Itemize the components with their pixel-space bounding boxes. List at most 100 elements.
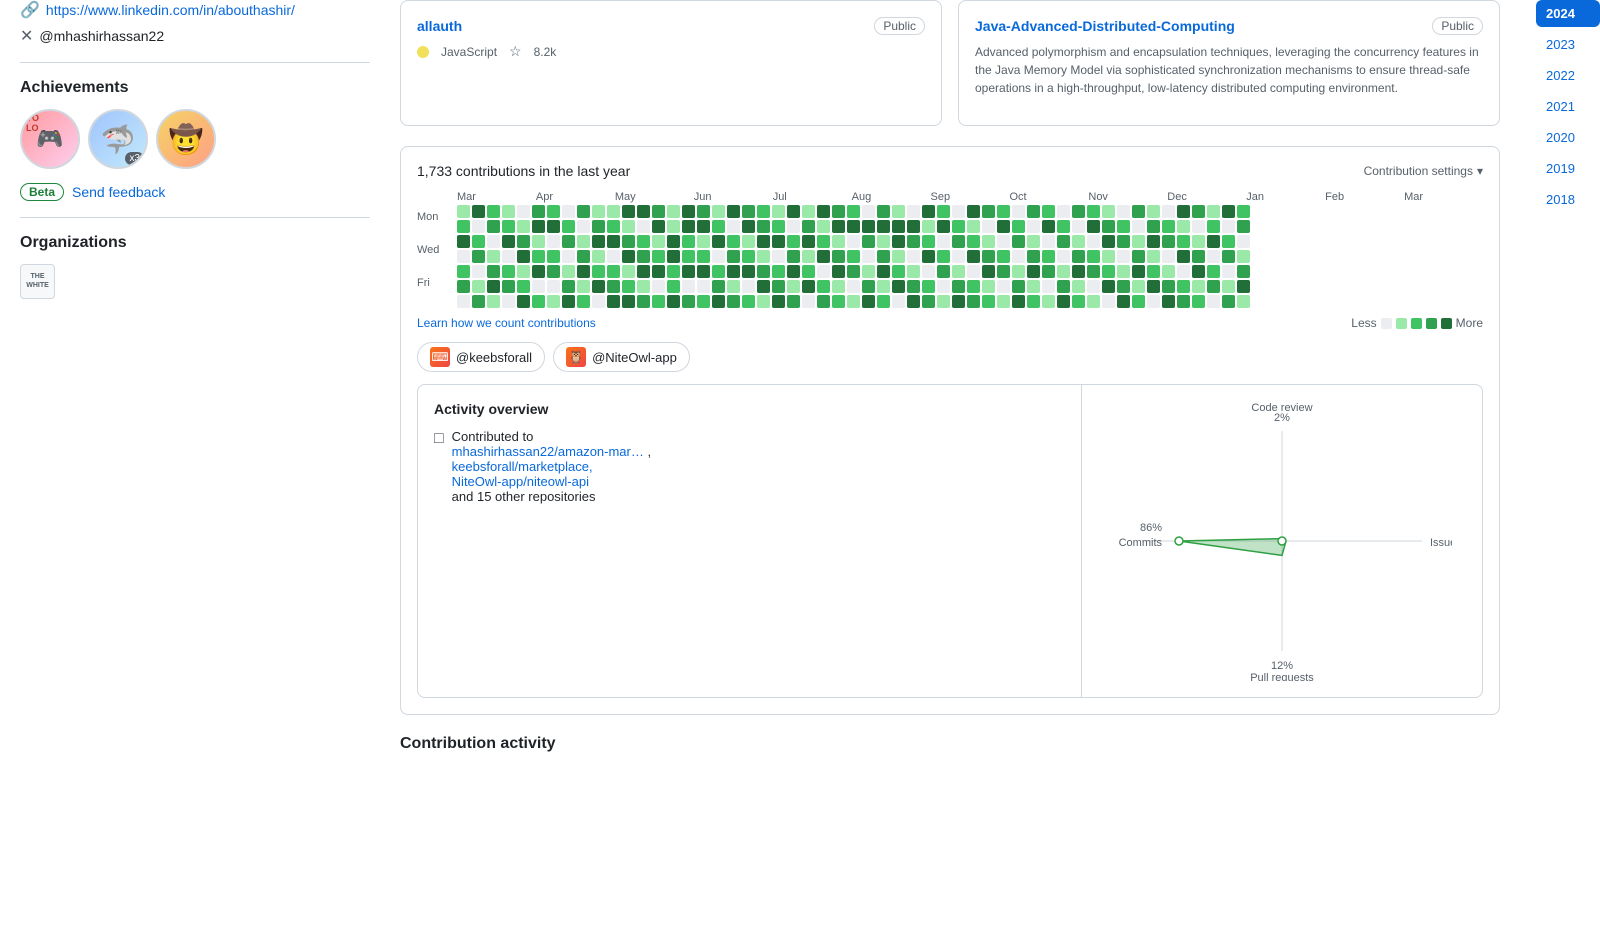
graph-cell-4-1[interactable] (517, 220, 530, 233)
graph-cell-7-0[interactable] (562, 205, 575, 218)
graph-cell-35-2[interactable] (982, 235, 995, 248)
graph-cell-49-2[interactable] (1192, 235, 1205, 248)
graph-cell-42-3[interactable] (1087, 250, 1100, 263)
graph-cell-10-2[interactable] (607, 235, 620, 248)
graph-cell-4-3[interactable] (517, 250, 530, 263)
graph-cell-16-1[interactable] (697, 220, 710, 233)
graph-cell-10-5[interactable] (607, 280, 620, 293)
graph-cell-20-5[interactable] (757, 280, 770, 293)
graph-cell-46-5[interactable] (1147, 280, 1160, 293)
graph-cell-35-6[interactable] (982, 295, 995, 308)
graph-cell-2-0[interactable] (487, 205, 500, 218)
graph-cell-17-0[interactable] (712, 205, 725, 218)
graph-cell-36-5[interactable] (997, 280, 1010, 293)
graph-cell-50-1[interactable] (1207, 220, 1220, 233)
graph-cell-26-2[interactable] (847, 235, 860, 248)
graph-cell-45-0[interactable] (1132, 205, 1145, 218)
graph-cell-40-5[interactable] (1057, 280, 1070, 293)
graph-cell-43-1[interactable] (1102, 220, 1115, 233)
graph-cell-32-0[interactable] (937, 205, 950, 218)
graph-cell-22-5[interactable] (787, 280, 800, 293)
graph-cell-20-1[interactable] (757, 220, 770, 233)
graph-cell-11-0[interactable] (622, 205, 635, 218)
learn-contributions-link[interactable]: Learn how we count contributions (417, 316, 596, 330)
graph-cell-20-2[interactable] (757, 235, 770, 248)
graph-cell-21-1[interactable] (772, 220, 785, 233)
graph-cell-13-0[interactable] (652, 205, 665, 218)
graph-cell-14-3[interactable] (667, 250, 680, 263)
graph-cell-51-4[interactable] (1222, 265, 1235, 278)
graph-cell-24-4[interactable] (817, 265, 830, 278)
graph-cell-5-3[interactable] (532, 250, 545, 263)
graph-cell-22-4[interactable] (787, 265, 800, 278)
graph-cell-43-6[interactable] (1102, 295, 1115, 308)
graph-cell-28-6[interactable] (877, 295, 890, 308)
graph-cell-43-5[interactable] (1102, 280, 1115, 293)
graph-cell-19-4[interactable] (742, 265, 755, 278)
graph-cell-41-5[interactable] (1072, 280, 1085, 293)
graph-cell-45-4[interactable] (1132, 265, 1145, 278)
graph-cell-34-3[interactable] (967, 250, 980, 263)
graph-cell-11-2[interactable] (622, 235, 635, 248)
graph-cell-20-3[interactable] (757, 250, 770, 263)
year-btn-2021[interactable]: 2021 (1536, 93, 1600, 120)
graph-cell-17-6[interactable] (712, 295, 725, 308)
graph-cell-35-0[interactable] (982, 205, 995, 218)
graph-cell-30-3[interactable] (907, 250, 920, 263)
graph-cell-34-6[interactable] (967, 295, 980, 308)
graph-cell-9-5[interactable] (592, 280, 605, 293)
graph-cell-50-5[interactable] (1207, 280, 1220, 293)
graph-cell-29-0[interactable] (892, 205, 905, 218)
graph-cell-38-4[interactable] (1027, 265, 1040, 278)
graph-cell-39-4[interactable] (1042, 265, 1055, 278)
graph-cell-42-6[interactable] (1087, 295, 1100, 308)
org-tab-niteowl[interactable]: 🦉 @NiteOwl-app (553, 342, 690, 372)
graph-cell-29-3[interactable] (892, 250, 905, 263)
graph-cell-22-0[interactable] (787, 205, 800, 218)
graph-cell-6-6[interactable] (547, 295, 560, 308)
activity-repo-2[interactable]: keebsforall/marketplace, (452, 459, 593, 474)
graph-cell-7-5[interactable] (562, 280, 575, 293)
graph-cell-26-3[interactable] (847, 250, 860, 263)
graph-cell-40-0[interactable] (1057, 205, 1070, 218)
graph-cell-48-0[interactable] (1177, 205, 1190, 218)
graph-cell-50-6[interactable] (1207, 295, 1220, 308)
graph-cell-47-3[interactable] (1162, 250, 1175, 263)
graph-cell-6-3[interactable] (547, 250, 560, 263)
graph-cell-32-6[interactable] (937, 295, 950, 308)
graph-cell-23-5[interactable] (802, 280, 815, 293)
graph-cell-15-1[interactable] (682, 220, 695, 233)
graph-cell-52-1[interactable] (1237, 220, 1250, 233)
graph-cell-16-4[interactable] (697, 265, 710, 278)
graph-cell-28-5[interactable] (877, 280, 890, 293)
graph-cell-16-2[interactable] (697, 235, 710, 248)
graph-cell-0-1[interactable] (457, 220, 470, 233)
graph-cell-51-6[interactable] (1222, 295, 1235, 308)
graph-cell-11-4[interactable] (622, 265, 635, 278)
graph-cell-30-6[interactable] (907, 295, 920, 308)
graph-cell-17-1[interactable] (712, 220, 725, 233)
graph-cell-12-0[interactable] (637, 205, 650, 218)
graph-cell-30-5[interactable] (907, 280, 920, 293)
graph-cell-8-5[interactable] (577, 280, 590, 293)
graph-cell-24-6[interactable] (817, 295, 830, 308)
graph-cell-26-0[interactable] (847, 205, 860, 218)
graph-cell-23-3[interactable] (802, 250, 815, 263)
graph-cell-1-2[interactable] (472, 235, 485, 248)
graph-cell-0-4[interactable] (457, 265, 470, 278)
linkedin-link[interactable]: 🔗 https://www.linkedin.com/in/abouthashi… (20, 0, 370, 20)
graph-cell-40-4[interactable] (1057, 265, 1070, 278)
repo-name-java[interactable]: Java-Advanced-Distributed-Computing (975, 18, 1235, 34)
graph-cell-37-5[interactable] (1012, 280, 1025, 293)
graph-cell-43-4[interactable] (1102, 265, 1115, 278)
graph-cell-47-5[interactable] (1162, 280, 1175, 293)
graph-cell-23-2[interactable] (802, 235, 815, 248)
graph-cell-36-6[interactable] (997, 295, 1010, 308)
graph-cell-40-3[interactable] (1057, 250, 1070, 263)
graph-cell-31-6[interactable] (922, 295, 935, 308)
graph-cell-3-0[interactable] (502, 205, 515, 218)
graph-cell-38-3[interactable] (1027, 250, 1040, 263)
graph-cell-9-6[interactable] (592, 295, 605, 308)
graph-cell-2-5[interactable] (487, 280, 500, 293)
year-btn-2024[interactable]: 2024 (1536, 0, 1600, 27)
